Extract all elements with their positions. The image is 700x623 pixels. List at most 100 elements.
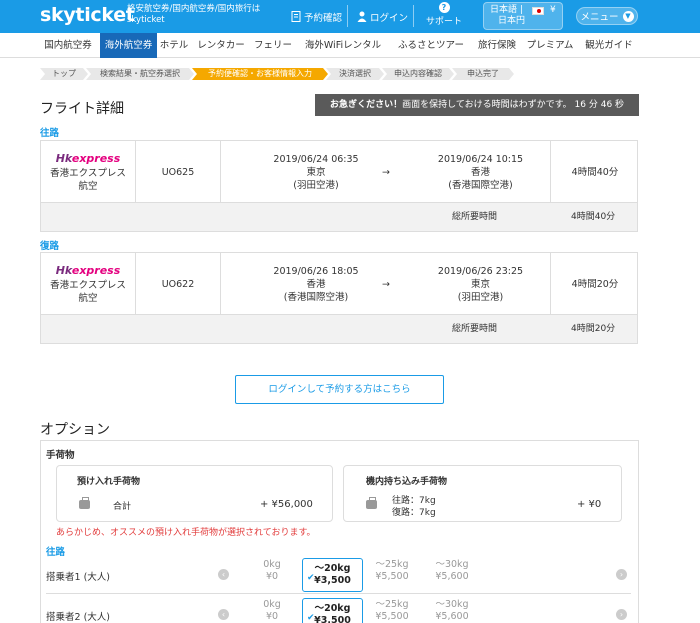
booking-check-button[interactable]: 予約確認	[290, 0, 342, 33]
user-icon	[356, 11, 367, 22]
airline-name: 香港エクスプレス航空	[50, 167, 126, 192]
arrival-time: 2019/06/24 10:15	[437, 153, 524, 165]
checked-total-price: + ¥56,000	[260, 499, 313, 510]
site-logo[interactable]: skyticket	[40, 4, 135, 26]
weight-option[interactable]: 0kg ¥0	[244, 559, 300, 583]
breadcrumb-step: 検索結果・航空券選択	[86, 68, 194, 80]
login-label: ログイン	[370, 12, 409, 24]
arrival-airport: (羽田空港)	[457, 291, 504, 303]
departure-airport: (香港国際空港)	[283, 291, 349, 303]
nav-travel-insurance[interactable]: 旅行保険	[476, 33, 518, 58]
departure-city: 香港	[306, 278, 326, 290]
nav-hotel[interactable]: ホテル	[158, 33, 190, 58]
main-nav: 国内航空券 海外航空券 ホテル レンタカー フェリー 海外WiFiレンタル ふる…	[0, 33, 700, 58]
weight-option[interactable]: 〜30kg ¥5,600	[424, 559, 480, 583]
departure-airport: (羽田空港)	[293, 179, 339, 191]
menu-label: メニュー	[580, 12, 619, 23]
bag-icon	[366, 497, 377, 509]
airline-name: 香港エクスプレス航空	[50, 279, 126, 304]
flight-detail-title: フライト詳細	[40, 101, 124, 117]
passenger-name: 搭乗者2 (大人)	[46, 612, 110, 623]
nav-wifi-rental[interactable]: 海外WiFiレンタル	[303, 33, 383, 58]
arrival-cell: 2019/06/24 10:15 香港 (香港国際空港)	[411, 141, 551, 203]
departure-time: 2019/06/24 06:35	[273, 153, 359, 165]
nav-premium[interactable]: プレミアム	[526, 33, 574, 58]
weight-option-selected[interactable]: ✔ 〜20kg ¥3,500	[302, 598, 363, 623]
help-icon: ?	[438, 2, 450, 13]
breadcrumb-step: トップ	[40, 68, 88, 80]
header-divider	[413, 5, 414, 27]
passenger-baggage-row: 搭乗者2 (大人) ‹ 0kg ¥0 ✔ 〜20kg ¥3,500 〜25kg ¥5,5…	[46, 596, 631, 623]
weight-option[interactable]: 〜25kg ¥5,500	[364, 599, 420, 623]
airline-cell: Hkexpress 香港エクスプレス航空	[41, 141, 136, 203]
document-icon	[290, 11, 301, 22]
breadcrumb-step: 申込完了	[452, 68, 514, 80]
support-label: サポート	[425, 17, 462, 27]
checked-total-label: 合計	[113, 502, 132, 512]
weight-option[interactable]: 〜30kg ¥5,600	[424, 599, 480, 623]
header-divider	[347, 5, 348, 27]
nav-travel-guide[interactable]: 観光ガイド	[585, 33, 633, 58]
total-duration-value: 4時間20分	[571, 324, 616, 334]
login-link[interactable]: ログイン	[356, 0, 408, 33]
route-arrow-icon: →	[382, 166, 390, 178]
site-tagline: 格安航空券/国内航空券/国内旅行は skyticket	[127, 4, 261, 25]
timer-remaining-text: 画面を保持しておける時間はわずかです。 16 分 46 秒	[402, 100, 625, 110]
chevron-right-icon[interactable]: ›	[616, 609, 627, 620]
menu-button[interactable]: メニュー ▼	[576, 7, 638, 25]
airline-cell: Hkexpress 香港エクスプレス航空	[41, 253, 136, 315]
return-flight-table: Hkexpress 香港エクスプレス航空 UO622 2019/06/26 18…	[40, 252, 638, 344]
total-duration-label: 総所要時間	[452, 324, 498, 334]
route-arrow-icon: →	[382, 278, 390, 290]
departure-city: 東京	[306, 166, 326, 178]
carry-on-return: 復路：7kg	[392, 508, 436, 518]
arrival-city: 東京	[470, 278, 490, 290]
japan-flag-icon	[532, 7, 544, 15]
chevron-down-icon: ▼	[622, 10, 634, 22]
arrival-airport: (香港国際空港)	[448, 179, 513, 191]
chevron-left-icon[interactable]: ‹	[218, 569, 229, 580]
support-button[interactable]: ? サポート	[420, 2, 468, 27]
suitcase-icon	[79, 497, 90, 509]
baggage-label: 手荷物	[46, 450, 75, 461]
options-title: オプション	[40, 422, 110, 438]
checked-baggage-card[interactable]: 預け入れ手荷物 合計 + ¥56,000	[56, 465, 333, 522]
recommended-baggage-note: あらかじめ、オススメの預け入れ手荷物が選択されております。	[56, 528, 316, 538]
site-header: skyticket 格安航空券/国内航空券/国内旅行は skyticket 予約…	[0, 0, 700, 33]
nav-domestic-flights[interactable]: 国内航空券	[40, 33, 96, 58]
return-flight-row: Hkexpress 香港エクスプレス航空 UO622 2019/06/26 18…	[41, 253, 637, 315]
timer-urgent-text: お急ぎください！	[329, 100, 403, 110]
hk-express-logo: Hkexpress	[55, 263, 121, 277]
arrival-city: 香港	[470, 166, 490, 178]
weight-option-selected[interactable]: ✔ 〜20kg ¥3,500	[302, 558, 363, 592]
chevron-right-icon[interactable]: ›	[616, 569, 627, 580]
nav-ferry[interactable]: フェリー	[253, 33, 293, 58]
breadcrumb-step-current: 予約便確認・お客様情報入力	[192, 68, 328, 80]
chevron-left-icon[interactable]: ‹	[218, 609, 229, 620]
login-to-book-button[interactable]: ログインして予約する方はこちら	[235, 375, 444, 404]
flight-duration: 4時間20分	[571, 278, 619, 290]
flight-number: UO622	[136, 253, 221, 315]
carry-on-baggage-card: 機内持ち込み手荷物 往路：7kg 復路：7kg + ¥0	[343, 465, 622, 522]
nav-rental-car[interactable]: レンタカー	[196, 33, 246, 58]
booking-check-label: 予約確認	[304, 12, 343, 24]
return-label: 復路	[40, 241, 60, 252]
nav-international-flights[interactable]: 海外航空券	[100, 33, 157, 58]
nav-hometown-tour[interactable]: ふるさとツアー	[397, 33, 465, 58]
total-duration-label: 総所要時間	[452, 212, 498, 222]
hk-express-logo: Hkexpress	[55, 151, 121, 165]
breadcrumb-step: 申込内容確認	[382, 68, 454, 80]
outbound-flight-table: Hkexpress 香港エクスプレス航空 UO625 2019/06/24 06…	[40, 140, 638, 232]
breadcrumb-step: 決済選択	[326, 68, 384, 80]
check-icon: ✔	[307, 613, 315, 623]
weight-option[interactable]: 〜25kg ¥5,500	[364, 559, 420, 583]
language-currency-selector[interactable]: 日本語 | 日本円 ¥	[483, 2, 563, 30]
flight-number: UO625	[136, 141, 221, 203]
arrival-time: 2019/06/26 23:25	[437, 265, 524, 277]
arrival-cell: 2019/06/26 23:25 東京 (羽田空港)	[411, 253, 551, 315]
language-label: 日本語 |	[490, 5, 523, 15]
return-total-row: 総所要時間 4時間20分	[41, 315, 637, 343]
session-timer-banner: お急ぎください！画面を保持しておける時間はわずかです。 16 分 46 秒	[315, 94, 639, 116]
outbound-label: 往路	[40, 128, 60, 139]
weight-option[interactable]: 0kg ¥0	[244, 599, 300, 623]
